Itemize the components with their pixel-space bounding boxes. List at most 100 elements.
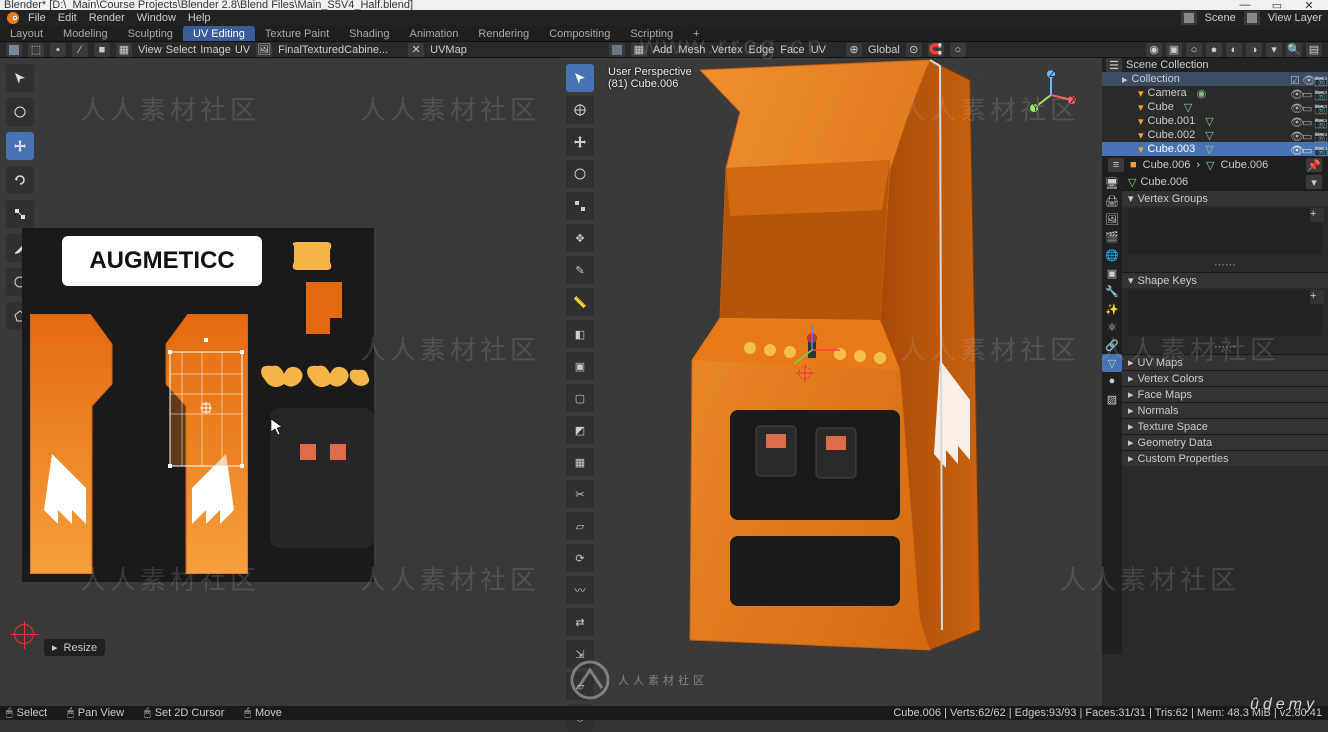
scene-icon[interactable] — [1181, 11, 1197, 25]
outliner-collection[interactable]: ▸ Collection ☑👁📷 — [1102, 72, 1328, 86]
props-type-icon[interactable]: ≡ — [1108, 158, 1124, 172]
uv-sync-icon[interactable]: ⬚ — [28, 43, 44, 57]
shape-keys-list[interactable]: + — [1128, 290, 1322, 336]
3d-tool-inset[interactable]: ▢ — [566, 384, 594, 412]
select-icon[interactable]: ▭ — [1302, 88, 1312, 98]
eye-icon[interactable]: 👁 — [1290, 144, 1300, 154]
operator-status[interactable]: ▸ Resize — [44, 639, 105, 656]
add-vg-button[interactable]: + — [1310, 208, 1324, 222]
outliner-root[interactable]: Scene Collection — [1126, 59, 1209, 71]
panel-shape-keys[interactable]: ▾Shape Keys — [1122, 272, 1328, 288]
uvmap-name[interactable]: UVMap — [430, 44, 467, 56]
shading-solid-icon[interactable]: ● — [1206, 43, 1222, 57]
3d-tool-shrink[interactable]: ⇲ — [566, 640, 594, 668]
tab-constraints[interactable]: 🔗 — [1102, 336, 1122, 354]
outliner-new-icon[interactable]: ▤ — [1306, 43, 1322, 57]
tab-uv-editing[interactable]: UV Editing — [183, 26, 255, 41]
3d-tool-scale[interactable] — [566, 192, 594, 220]
uv-vertex-sel-icon[interactable]: ▪ — [50, 43, 66, 57]
3d-viewport[interactable]: ✥ ✎ 📏 ◧ ▣ ▢ ◩ ▦ ✂ ▱ ⟳ 〰 ⇄ ⇲ ▱ ⎋ User Per… — [560, 58, 1102, 706]
3d-tool-annotate[interactable]: ✎ — [566, 256, 594, 284]
shading-matcap-icon[interactable]: ◐ — [1226, 43, 1242, 57]
tab-world[interactable]: 🌐 — [1102, 246, 1122, 264]
menu-render[interactable]: Render — [85, 12, 129, 24]
outliner-tree[interactable]: ▸ Collection ☑👁📷 ▾ Camera ◉ 👁▭📷 ▾ Cube ▽… — [1102, 72, 1328, 156]
tab-scene[interactable]: 🎬 — [1102, 228, 1122, 246]
select-icon[interactable]: ▭ — [1302, 130, 1312, 140]
outliner-item-cube[interactable]: ▾ Cube ▽ 👁▭📷 — [1102, 100, 1328, 114]
eye-icon[interactable]: 👁 — [1290, 102, 1300, 112]
tab-rendering[interactable]: Rendering — [468, 26, 539, 41]
exclude-icon[interactable]: ☑ — [1290, 74, 1300, 84]
3d-tool-spin[interactable]: ⟳ — [566, 544, 594, 572]
shading-wire-icon[interactable]: ○ — [1186, 43, 1202, 57]
uv-menu-view[interactable]: View — [138, 44, 162, 56]
xray-icon[interactable]: ▣ — [1166, 43, 1182, 57]
3d-tool-shear[interactable]: ▱ — [566, 672, 594, 700]
tab-physics[interactable]: ⚛ — [1102, 318, 1122, 336]
3d-tool-knife[interactable]: ✂ — [566, 480, 594, 508]
tab-sculpting[interactable]: Sculpting — [118, 26, 183, 41]
tab-add[interactable]: + — [683, 26, 709, 41]
panel-geometry-data[interactable]: ▸Geometry Data — [1122, 434, 1328, 450]
menu-help[interactable]: Help — [184, 12, 215, 24]
close-button[interactable]: ✕ — [1294, 0, 1324, 12]
viewlayer-name[interactable]: View Layer — [1268, 12, 1322, 24]
vertex-groups-list[interactable]: + — [1128, 208, 1322, 254]
uv-menu-select[interactable]: Select — [166, 44, 197, 56]
minimize-button[interactable]: — — [1230, 0, 1260, 12]
tab-particles[interactable]: ✨ — [1102, 300, 1122, 318]
mesh-browse-icon[interactable]: ▾ — [1306, 175, 1322, 189]
add-sk-button[interactable]: + — [1310, 290, 1324, 304]
menu-window[interactable]: Window — [133, 12, 180, 24]
outliner-type-icon[interactable]: ☰ — [1106, 58, 1122, 72]
uv-tool-rotate[interactable] — [6, 166, 34, 194]
3d-tool-edgeslide[interactable]: ⇄ — [566, 608, 594, 636]
axis-gizmo[interactable]: Z X Y — [1026, 70, 1076, 120]
3d-tool-rotate[interactable] — [566, 160, 594, 188]
3d-tool-loopcut[interactable]: ▦ — [566, 448, 594, 476]
scene-name[interactable]: Scene — [1205, 12, 1236, 24]
3d-tool-bevel[interactable]: ◩ — [566, 416, 594, 444]
select-icon[interactable]: ▭ — [1302, 116, 1312, 126]
menu-edit[interactable]: Edit — [54, 12, 81, 24]
outliner-search-icon[interactable]: 🔍 — [1286, 43, 1302, 57]
tab-texture[interactable]: ▨ — [1102, 390, 1122, 408]
panel-vertex-groups[interactable]: ▾Vertex Groups — [1122, 190, 1328, 206]
uv-tool-move[interactable] — [6, 132, 34, 160]
tab-texture-paint[interactable]: Texture Paint — [255, 26, 339, 41]
uv-face-sel-icon[interactable]: ■ — [94, 43, 110, 57]
tab-layout[interactable]: Layout — [0, 26, 53, 41]
tab-output[interactable]: 🖨 — [1102, 192, 1122, 210]
panel-normals[interactable]: ▸Normals — [1122, 402, 1328, 418]
select-icon[interactable]: ▭ — [1302, 144, 1312, 154]
uv-menu-image[interactable]: Image — [200, 44, 231, 56]
render-icon[interactable]: 📷 — [1314, 102, 1324, 112]
outliner-item-cube002[interactable]: ▾ Cube.002 ▽ 👁▭📷 — [1102, 128, 1328, 142]
eye-icon[interactable]: 👁 — [1290, 130, 1300, 140]
3d-tool-measure[interactable]: 📏 — [566, 288, 594, 316]
mesh-name-row[interactable]: ▽ Cube.006 ▾ — [1122, 174, 1328, 190]
tab-render[interactable]: 🖥 — [1102, 174, 1122, 192]
eye-icon[interactable]: 👁 — [1290, 88, 1300, 98]
3d-tool-select[interactable] — [566, 96, 594, 124]
panel-uv-maps[interactable]: ▸UV Maps — [1122, 354, 1328, 370]
3d-tool-addcube[interactable]: ◧ — [566, 320, 594, 348]
bc2[interactable]: Cube.006 — [1221, 159, 1269, 171]
uv-tool-select-circle[interactable] — [6, 98, 34, 126]
eye-icon[interactable]: 👁 — [1302, 74, 1312, 84]
image-name[interactable]: FinalTexturedCabine... — [278, 44, 388, 56]
3d-tool-extrude[interactable]: ▣ — [566, 352, 594, 380]
overlay-toggle-icon[interactable]: ◉ — [1146, 43, 1162, 57]
panel-vertex-colors[interactable]: ▸Vertex Colors — [1122, 370, 1328, 386]
uv-island-sel-icon[interactable]: ▦ — [116, 43, 132, 57]
select-icon[interactable]: ▭ — [1302, 102, 1312, 112]
uv-editor-type-icon[interactable] — [6, 43, 22, 57]
bc1[interactable]: Cube.006 — [1143, 159, 1191, 171]
outliner-item-cube001[interactable]: ▾ Cube.001 ▽ 👁▭📷 — [1102, 114, 1328, 128]
tab-animation[interactable]: Animation — [400, 26, 469, 41]
3d-editor-type-icon[interactable] — [609, 43, 625, 57]
panel-custom-properties[interactable]: ▸Custom Properties — [1122, 450, 1328, 466]
pin-icon[interactable]: 📌 — [1306, 158, 1322, 172]
uv-tool-cursor[interactable] — [6, 64, 34, 92]
